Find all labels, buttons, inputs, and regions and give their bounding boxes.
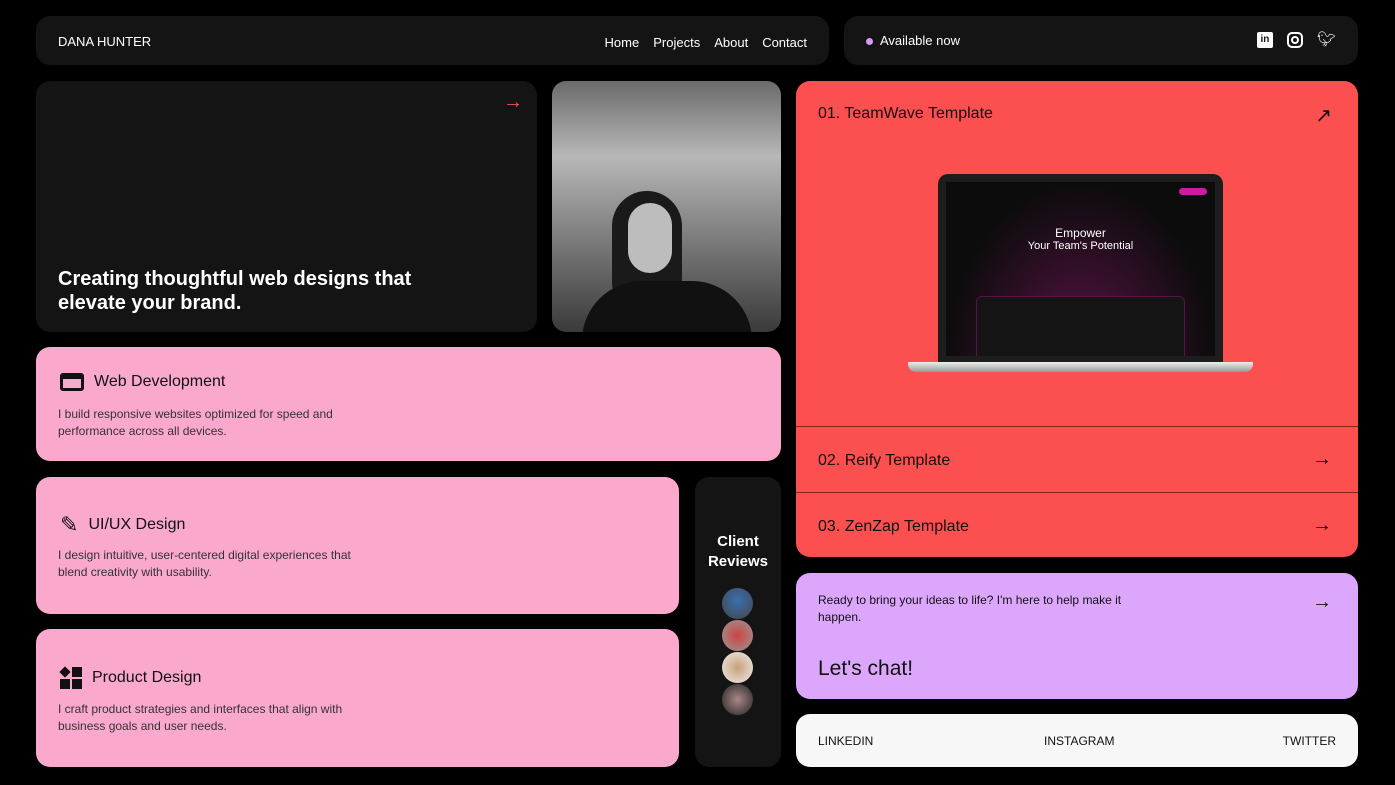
- contact-cta[interactable]: Ready to bring your ideas to life? I'm h…: [796, 573, 1358, 699]
- header-bar: DANA HUNTER Home Projects About Contact: [36, 16, 829, 65]
- link-linkedin[interactable]: LINKEDIN: [818, 734, 873, 748]
- status-bar: Available now in 🐦︎: [844, 16, 1358, 65]
- nav-projects[interactable]: Projects: [653, 35, 700, 50]
- main-nav: Home Projects About Contact: [591, 34, 807, 52]
- portrait-photo: [552, 81, 781, 332]
- nav-about[interactable]: About: [714, 35, 748, 50]
- nav-contact[interactable]: Contact: [762, 35, 807, 50]
- arrow-right-icon[interactable]: →: [503, 91, 523, 114]
- arrow-right-icon[interactable]: →: [1312, 591, 1332, 614]
- arrow-right-icon[interactable]: →: [1312, 448, 1332, 471]
- twitter-icon[interactable]: 🐦︎: [1317, 32, 1336, 48]
- avatar: [722, 684, 753, 715]
- service-desc: I build responsive websites optimized fo…: [58, 407, 333, 438]
- pen-ruler-icon: ✎: [60, 512, 79, 537]
- service-desc: I craft product strategies and interface…: [58, 702, 343, 733]
- project-title: 03. ZenZap Template: [818, 518, 969, 535]
- arrow-right-icon[interactable]: →: [1312, 514, 1332, 537]
- reviews-title: Client Reviews: [707, 533, 769, 570]
- service-web-development[interactable]: Web Development I build responsive websi…: [36, 347, 781, 461]
- layout-icon: [60, 373, 84, 391]
- linkedin-icon[interactable]: in: [1256, 32, 1273, 48]
- cta-text: Ready to bring your ideas to life? I'm h…: [818, 593, 1122, 624]
- instagram-icon[interactable]: [1286, 32, 1303, 48]
- service-uiux-design[interactable]: ✎ UI/UX Design I design intuitive, user-c…: [36, 477, 679, 614]
- mock-subheadline: Your Team's Potential: [1027, 240, 1134, 252]
- cta-title: Let's chat!: [818, 657, 914, 680]
- status-text: Available now: [880, 33, 960, 48]
- link-twitter[interactable]: TWITTER: [1283, 734, 1336, 748]
- avatar: [722, 652, 753, 683]
- social-links: LINKEDIN INSTAGRAM TWITTER: [796, 714, 1358, 767]
- project-title: 01. TeamWave Template: [818, 105, 993, 122]
- nav-home[interactable]: Home: [605, 35, 640, 50]
- hero-card: → Creating thoughtful web designs that e…: [36, 81, 537, 332]
- projects-card: 01. TeamWave Template ↗ Empower Your Tea…: [796, 81, 1358, 557]
- project-title: 02. Reify Template: [818, 452, 951, 469]
- project-item-zenzap[interactable]: 03. ZenZap Template →: [796, 494, 1358, 557]
- service-product-design[interactable]: Product Design I craft product strategie…: [36, 629, 679, 767]
- service-title: UI/UX Design: [88, 516, 186, 533]
- arrow-up-right-icon[interactable]: ↗: [1315, 103, 1332, 128]
- service-title: Product Design: [92, 669, 202, 686]
- mock-headline: Empower: [1055, 226, 1106, 240]
- laptop-mockup: Empower Your Team's Potential: [938, 174, 1223, 364]
- avatar: [722, 620, 753, 651]
- shapes-icon: [59, 666, 82, 689]
- avatar: [722, 588, 753, 619]
- project-item-reify[interactable]: 02. Reify Template →: [796, 428, 1358, 493]
- status-dot: [866, 38, 873, 45]
- brand-name[interactable]: DANA HUNTER: [58, 34, 151, 49]
- service-title: Web Development: [94, 373, 226, 390]
- link-instagram[interactable]: INSTAGRAM: [1044, 734, 1114, 748]
- hero-headline: Creating thoughtful web designs that ele…: [58, 268, 412, 314]
- project-item-teamwave[interactable]: 01. TeamWave Template ↗ Empower Your Tea…: [796, 81, 1358, 427]
- service-desc: I design intuitive, user-centered digita…: [58, 548, 351, 579]
- client-reviews[interactable]: Client Reviews: [695, 477, 781, 767]
